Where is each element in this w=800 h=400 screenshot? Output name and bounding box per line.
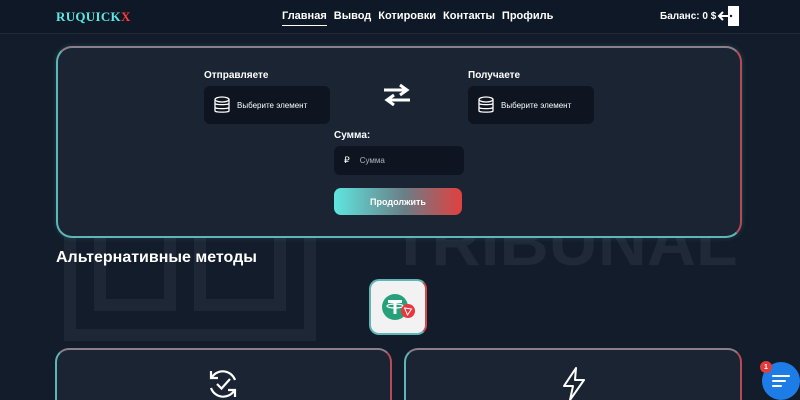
coins-stack-icon: [478, 96, 494, 113]
logout-door-icon[interactable]: [717, 4, 741, 28]
send-label: Отправляете: [204, 70, 269, 81]
tether-method-card[interactable]: [369, 279, 427, 335]
nav-contacts[interactable]: Контакты: [443, 10, 495, 26]
logo[interactable]: RUQUICKX: [56, 9, 131, 25]
feature-card-speed: [404, 348, 742, 400]
receive-select-text: Выберите элемент: [501, 100, 572, 110]
send-select-text: Выберите элемент: [237, 100, 308, 110]
nav-profile[interactable]: Профиль: [502, 10, 553, 26]
continue-button[interactable]: Продолжить: [334, 188, 462, 215]
refresh-check-icon: [209, 370, 237, 398]
top-header: RUQUICKX Главная Вывод Котировки Контакт…: [0, 0, 800, 34]
feature-card-exchange: [55, 348, 392, 400]
logo-accent: X: [120, 9, 131, 24]
lightning-icon: [563, 367, 585, 400]
nav-quotes[interactable]: Котировки: [378, 10, 436, 26]
currency-symbol: ₽: [344, 155, 350, 165]
chat-notification-badge: 1: [760, 361, 772, 373]
main-nav: Главная Вывод Котировки Контакты Профиль: [282, 10, 553, 26]
balance-display: Баланс: 0 $: [660, 11, 717, 22]
nav-withdraw[interactable]: Вывод: [334, 10, 372, 26]
nav-home[interactable]: Главная: [282, 10, 327, 26]
amount-field[interactable]: ₽: [334, 146, 464, 175]
receive-currency-select[interactable]: Выберите элемент: [468, 86, 594, 124]
chat-menu-icon: [772, 375, 790, 387]
alternative-methods-title: Альтернативные методы: [56, 249, 257, 266]
logo-text: RUQUICK: [56, 9, 121, 24]
swap-arrows-icon[interactable]: [380, 82, 414, 108]
receive-label: Получаете: [468, 70, 521, 81]
send-currency-select[interactable]: Выберите элемент: [204, 86, 330, 124]
amount-input[interactable]: [359, 156, 450, 165]
coins-stack-icon: [214, 96, 230, 113]
amount-label: Сумма:: [334, 130, 371, 141]
tether-tron-icon: [382, 294, 415, 320]
